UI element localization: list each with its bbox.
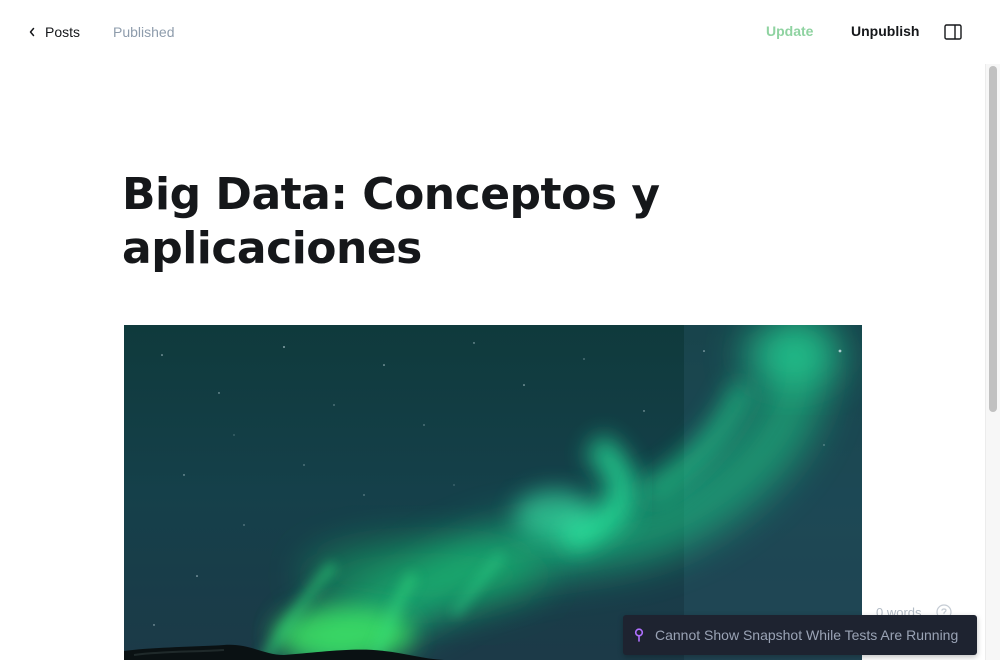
post-title[interactable]: Big Data: Conceptos y aplicaciones xyxy=(122,168,882,276)
update-button[interactable]: Update xyxy=(766,23,813,39)
unpublish-button[interactable]: Unpublish xyxy=(851,23,919,39)
snapshot-notice: Cannot Show Snapshot While Tests Are Run… xyxy=(623,615,977,655)
chevron-left-icon xyxy=(29,27,35,37)
snapshot-notice-message: Cannot Show Snapshot While Tests Are Run… xyxy=(655,627,959,643)
settings-menu-toggle[interactable] xyxy=(944,24,962,40)
sidebar-toggle-icon xyxy=(944,24,962,40)
aurora-photo xyxy=(124,325,862,660)
pin-icon xyxy=(634,628,644,642)
scrollbar-thumb[interactable] xyxy=(989,66,997,412)
post-status: Published xyxy=(113,24,175,40)
back-link-label: Posts xyxy=(45,24,81,40)
back-to-posts-link[interactable]: Posts xyxy=(28,22,80,42)
feature-image[interactable] xyxy=(124,325,862,660)
editor-header: Posts Published Update Unpublish xyxy=(0,0,1000,64)
editor-scrollbar[interactable] xyxy=(985,64,1000,660)
